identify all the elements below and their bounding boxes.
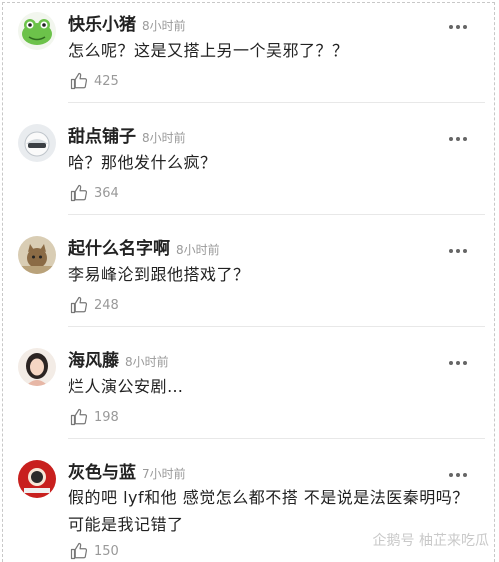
thumbs-up-icon [70, 72, 88, 90]
cat-avatar-icon [18, 236, 56, 274]
more-options-icon[interactable] [449, 126, 471, 141]
divider [68, 326, 485, 327]
comment-author[interactable]: 灰色与蓝 7小时前 [68, 458, 186, 483]
red-logo-avatar-icon [18, 460, 56, 498]
comment-text: 烂人演公安剧… [68, 377, 184, 396]
comment-text: 李易峰沦到跟他搭戏了？ [68, 265, 250, 284]
avatar[interactable] [18, 348, 56, 386]
comment-author[interactable]: 甜点铺子 8小时前 [68, 122, 186, 147]
comment-item: 甜点铺子 8小时前 哈？那他发什么疯？ 364 [0, 114, 499, 226]
avatar[interactable] [18, 460, 56, 498]
more-options-icon[interactable] [449, 350, 471, 365]
thumbs-up-icon [70, 296, 88, 314]
comment-author[interactable]: 海风藤 8小时前 [68, 346, 169, 371]
divider [68, 438, 485, 439]
thumbs-up-icon [70, 184, 88, 202]
helmet-avatar-icon [18, 124, 56, 162]
avatar[interactable] [18, 124, 56, 162]
avatar[interactable] [18, 12, 56, 50]
more-options-icon[interactable] [449, 462, 471, 477]
more-options-icon[interactable] [449, 238, 471, 253]
divider [68, 214, 485, 215]
comment-time: 8小时前 [176, 243, 220, 257]
comment-author[interactable]: 起什么名字啊 8小时前 [68, 234, 220, 259]
comment-time: 7小时前 [142, 467, 186, 481]
like-count: 198 [94, 410, 119, 425]
like-count: 425 [94, 74, 119, 89]
comment-time: 8小时前 [142, 131, 186, 145]
avatar[interactable] [18, 236, 56, 274]
comment-item: 起什么名字啊 8小时前 李易峰沦到跟他搭戏了？ 248 [0, 226, 499, 338]
comment-author[interactable]: 快乐小猪 8小时前 [68, 10, 186, 35]
comment-text: 哈？那他发什么疯？ [68, 153, 217, 172]
thumbs-up-icon [70, 542, 88, 560]
thumbs-up-icon [70, 408, 88, 426]
comment-text: 怎么呢？这是又搭上另一个吴邪了？？ [68, 41, 349, 60]
girl-avatar-icon [18, 348, 56, 386]
comment-item: 快乐小猪 8小时前 怎么呢？这是又搭上另一个吴邪了？？ 425 [0, 2, 499, 114]
comment-time: 8小时前 [142, 19, 186, 33]
like-count: 364 [94, 186, 119, 201]
watermark: 企鹅号 柚芷来吃瓜 [372, 533, 489, 549]
comment-item: 海风藤 8小时前 烂人演公安剧… 198 [0, 338, 499, 450]
like-count: 248 [94, 298, 119, 313]
comment-time: 8小时前 [125, 355, 169, 369]
divider [68, 102, 485, 103]
more-options-icon[interactable] [449, 14, 471, 29]
frog-avatar-icon [18, 12, 56, 50]
